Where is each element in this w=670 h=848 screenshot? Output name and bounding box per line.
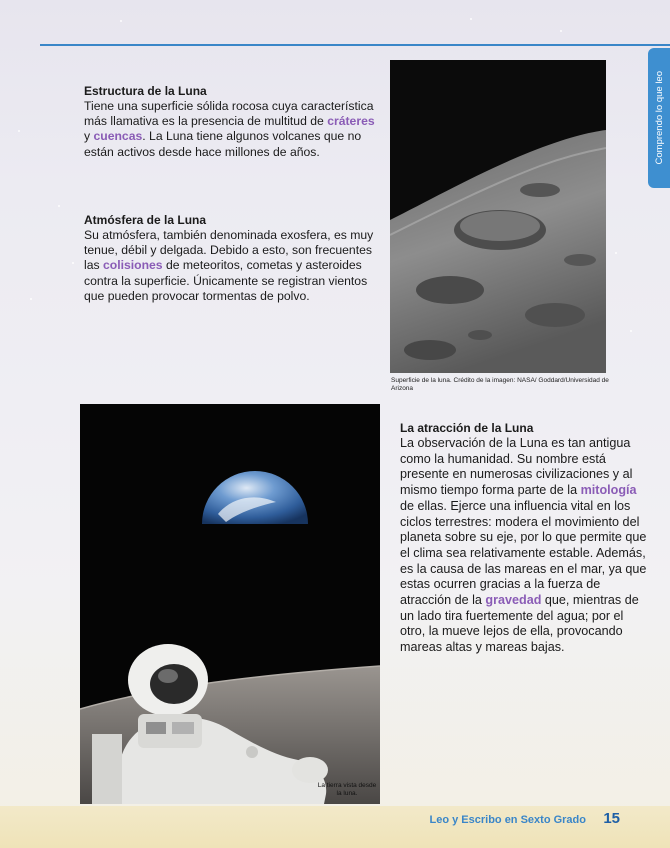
keyword-crateres: cráteres	[327, 114, 375, 129]
page-number: 15	[603, 810, 620, 827]
section-title: La atracción de la Luna	[400, 421, 534, 435]
footer-band	[0, 806, 670, 848]
footer-book-title: Leo y Escribo en Sexto Grado	[429, 814, 587, 826]
section-tab-label: Comprendo lo que leo	[653, 71, 665, 165]
keyword-cuencas: cuencas	[93, 129, 143, 144]
moon-surface-photo	[390, 60, 606, 373]
keyword-gravedad: gravedad	[485, 593, 542, 608]
section-atmosfera: Atmósfera de la Luna Su atmósfera, tambi…	[84, 213, 384, 304]
moon-photo-caption: Superficie de la luna. Crédito de la ima…	[391, 377, 609, 392]
section-body: Tiene una superficie sólida rocosa cuya …	[84, 99, 375, 159]
header-rule	[40, 44, 670, 46]
keyword-mitologia: mitología	[580, 483, 637, 498]
earth-photo-caption: La tierra vista desde la luna.	[317, 782, 377, 797]
earthrise-astronaut-photo	[80, 404, 380, 804]
section-tab: Comprendo lo que leo	[648, 48, 670, 188]
section-body: La observación de la Luna es tan antigua…	[400, 436, 647, 655]
section-title: Estructura de la Luna	[84, 84, 207, 98]
section-body: Su atmósfera, también denominada exosfer…	[84, 228, 374, 303]
section-title: Atmósfera de la Luna	[84, 213, 207, 227]
section-estructura: Estructura de la Luna Tiene una superfic…	[84, 84, 384, 160]
keyword-colisiones: colisiones	[102, 258, 163, 273]
section-atraccion: La atracción de la Luna La observación d…	[400, 421, 648, 656]
